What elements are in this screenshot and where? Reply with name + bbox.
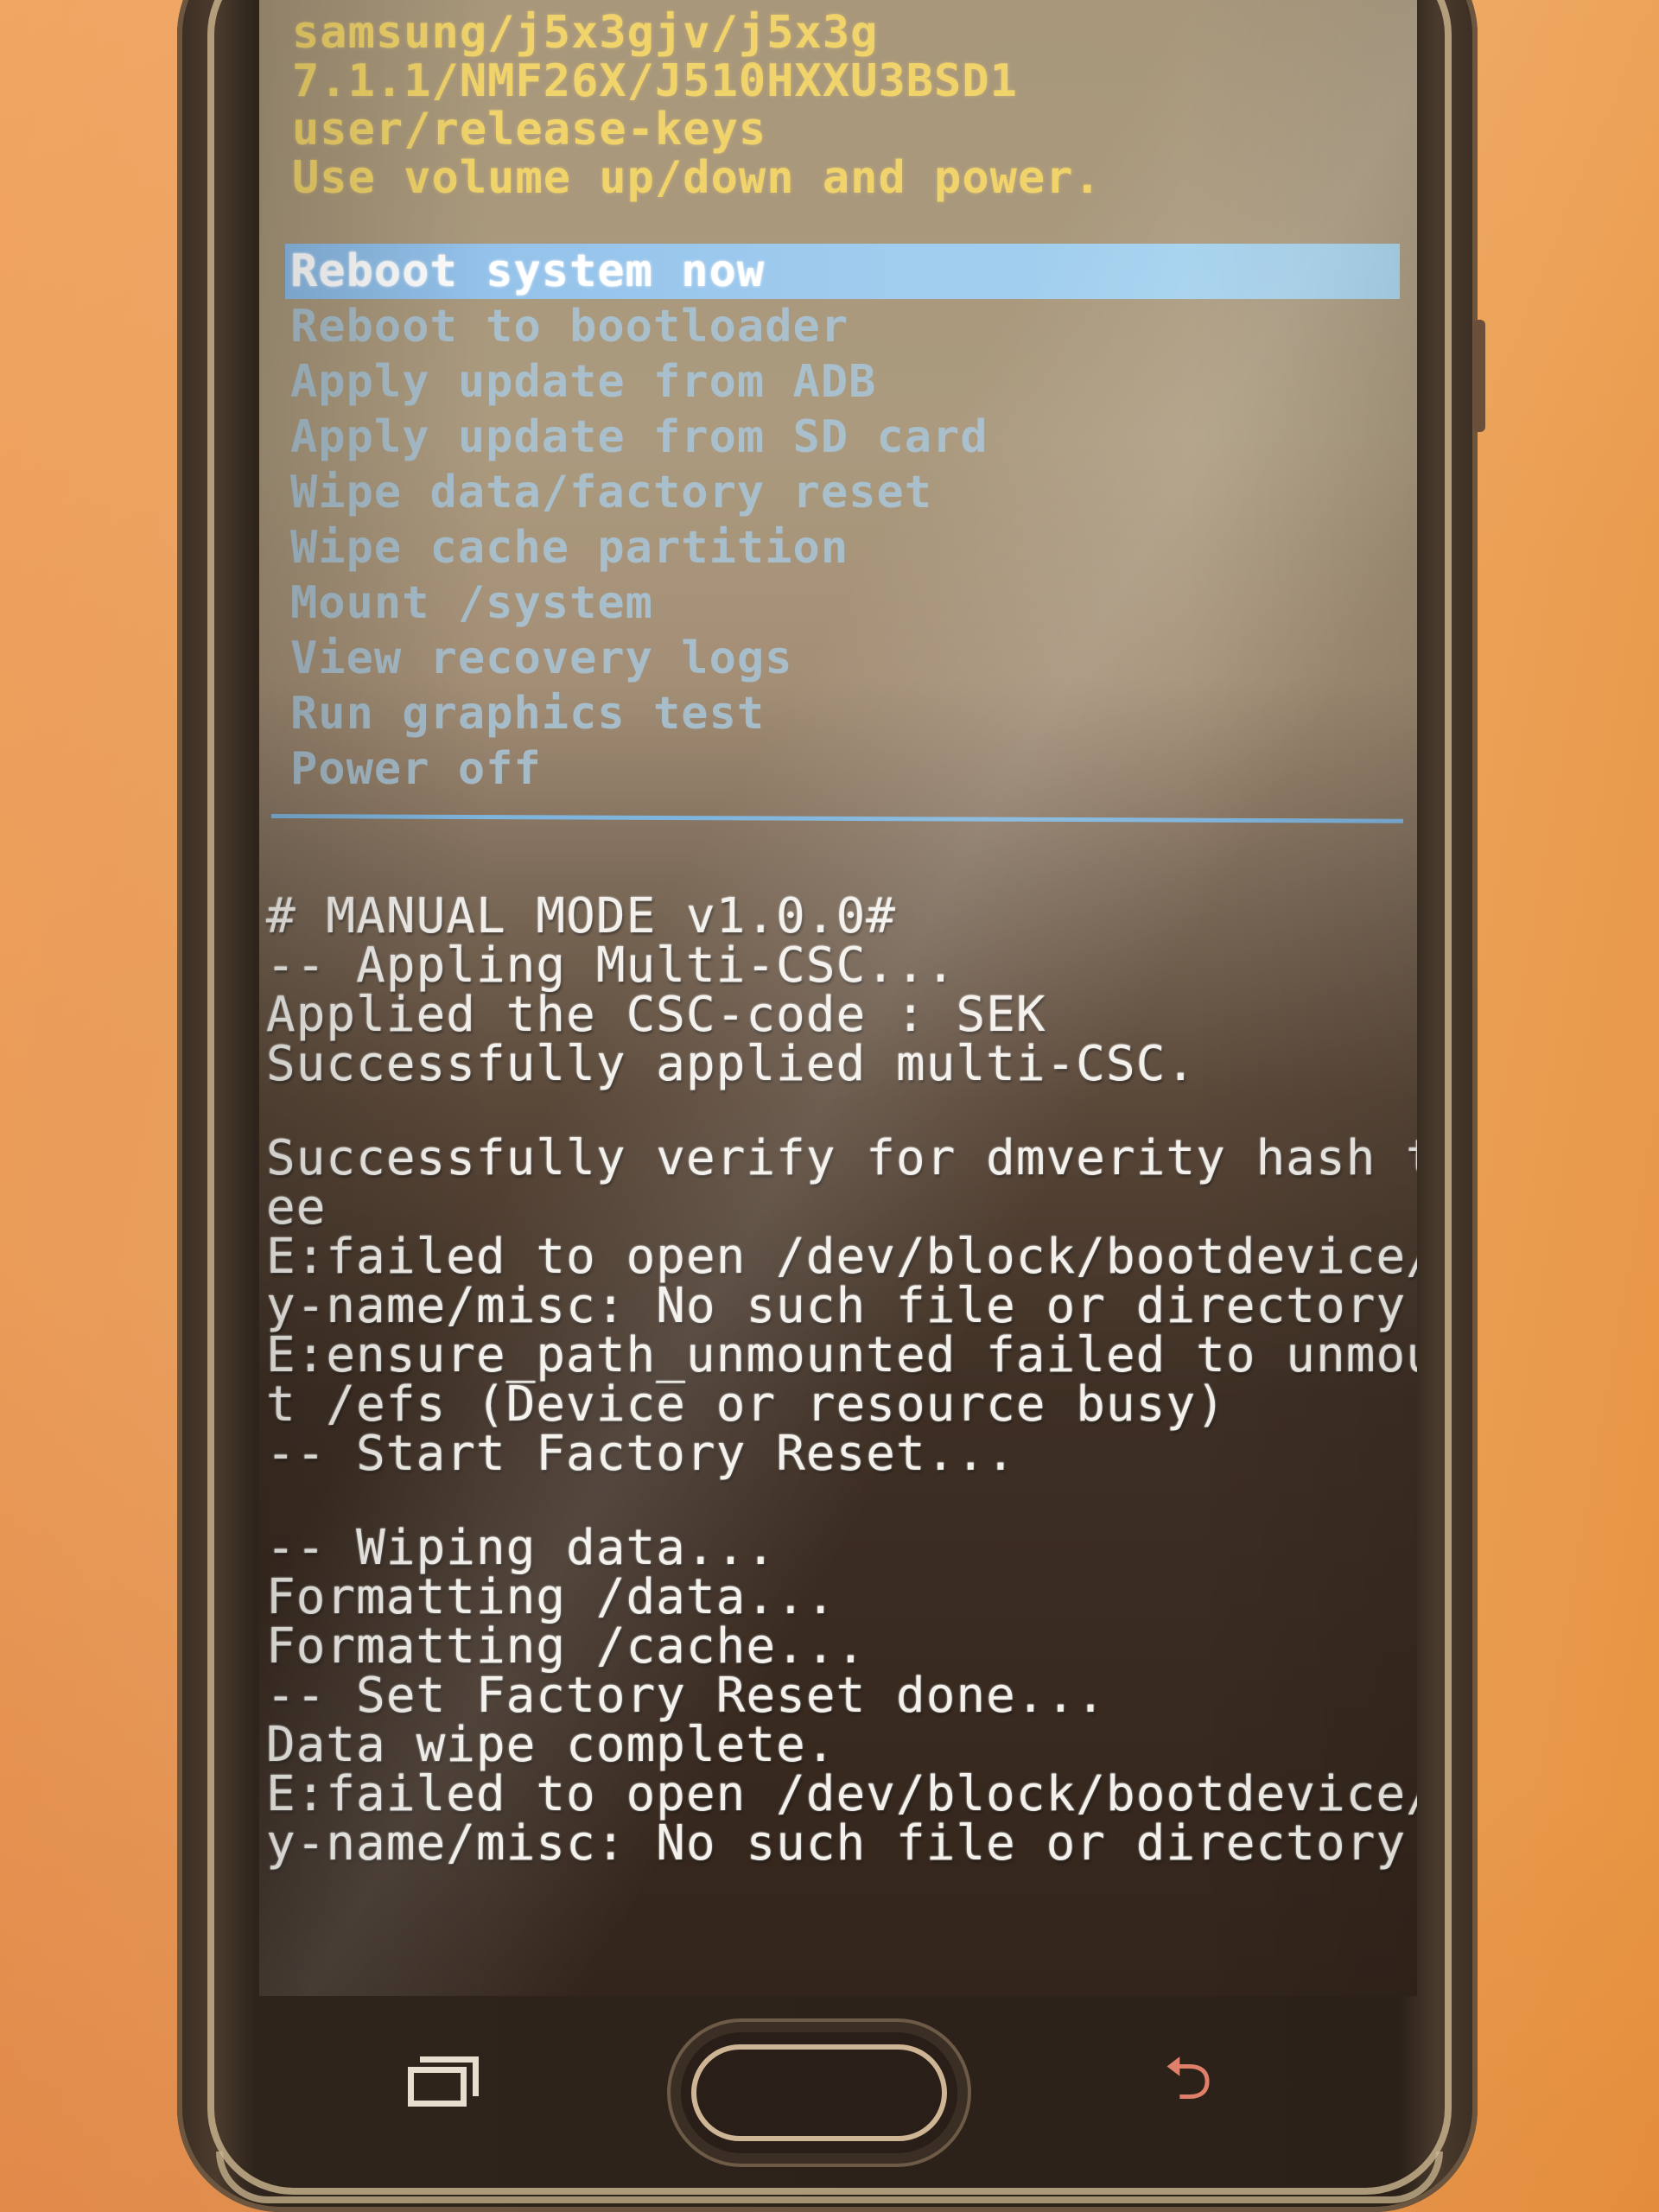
recent-apps-icon[interactable]	[408, 2056, 486, 2108]
log-line-error: E:ensure_path_unmounted failed to unmoun	[266, 1327, 1417, 1383]
log-line: -- Start Factory Reset...	[266, 1426, 1016, 1482]
home-button[interactable]	[681, 2032, 957, 2153]
recovery-screen: samsung/j5x3gjv/j5x3g 7.1.1/NMF26X/J510H…	[259, 0, 1417, 1996]
log-line-error: E:failed to open /dev/block/bootdevice/b	[266, 1229, 1417, 1285]
log-line: Successfully applied multi-CSC.	[266, 1036, 1197, 1092]
recent-apps-icon-front-frame	[408, 2067, 467, 2107]
build-fingerprint-line-3: user/release-keys	[292, 104, 767, 156]
menu-item-mount-system[interactable]: Mount /system	[285, 575, 1400, 631]
log-line: -- Wiping data...	[266, 1520, 777, 1576]
log-line-blank	[266, 1478, 1407, 1523]
log-line-blank	[266, 1089, 1407, 1134]
back-icon[interactable]: ⮌	[1154, 2048, 1223, 2108]
volume-button[interactable]	[1473, 320, 1485, 432]
log-line-error: t /efs (Device or resource busy)	[266, 1376, 1226, 1433]
log-line: Formatting /data...	[266, 1569, 836, 1625]
menu-divider	[270, 814, 1403, 823]
recovery-log: # MANUAL MODE v1.0.0# -- Appling Multi-C…	[266, 888, 1417, 1872]
build-fingerprint-line-2: 7.1.1/NMF26X/J510HXXU3BSD1	[292, 55, 1018, 107]
log-line-error: y-name/misc: No such file or directory	[266, 1815, 1407, 1872]
menu-item-power-off[interactable]: Power off	[285, 741, 1400, 797]
menu-item-run-graphics-test[interactable]: Run graphics test	[285, 686, 1400, 741]
log-line: -- Set Factory Reset done...	[266, 1668, 1107, 1724]
log-line: ee	[266, 1179, 327, 1236]
menu-item-wipe-data-factory-reset[interactable]: Wipe data/factory reset	[285, 465, 1400, 520]
phone-bottom-rim	[216, 2152, 1443, 2203]
menu-item-wipe-cache-partition[interactable]: Wipe cache partition	[285, 520, 1400, 575]
log-line: # MANUAL MODE v1.0.0#	[266, 888, 897, 944]
log-line-error: E:failed to open /dev/block/bootdevice/b	[266, 1766, 1417, 1822]
log-line: Data wipe complete.	[266, 1717, 836, 1773]
recovery-menu: Reboot system now Reboot to bootloader A…	[285, 244, 1400, 797]
menu-item-view-recovery-logs[interactable]: View recovery logs	[285, 631, 1400, 686]
build-fingerprint-line-1: samsung/j5x3gjv/j5x3g	[292, 7, 879, 59]
menu-item-reboot-to-bootloader[interactable]: Reboot to bootloader	[285, 299, 1400, 354]
log-line: Successfully verify for dmverity hash tr	[266, 1130, 1417, 1186]
log-line: -- Appling Multi-CSC...	[266, 938, 957, 994]
log-line: Applied the CSC-code : SEK	[266, 987, 1046, 1043]
log-line-error: y-name/misc: No such file or directory	[266, 1278, 1407, 1334]
recovery-header: samsung/j5x3gjv/j5x3g 7.1.1/NMF26X/J510H…	[292, 9, 1102, 202]
log-line: Formatting /cache...	[266, 1618, 867, 1675]
menu-item-reboot-system-now[interactable]: Reboot system now	[285, 244, 1400, 299]
menu-item-apply-update-adb[interactable]: Apply update from ADB	[285, 354, 1400, 410]
home-button-inner	[691, 2044, 947, 2141]
menu-item-apply-update-sd[interactable]: Apply update from SD card	[285, 410, 1400, 465]
instructions: Use volume up/down and power.	[292, 152, 1102, 204]
